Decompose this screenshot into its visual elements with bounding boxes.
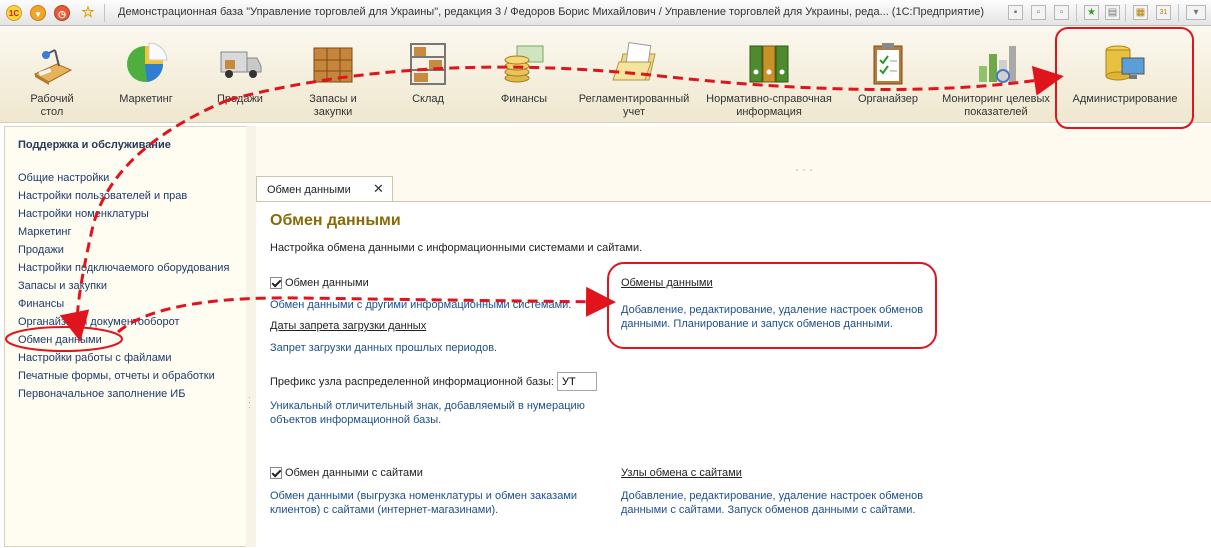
coins-icon	[504, 45, 544, 83]
site-nodes-link[interactable]: Узлы обмена с сайтами	[621, 467, 742, 479]
prefix-desc-line1: Уникальный отличительный знак, добавляем…	[270, 400, 585, 412]
tab-label: Обмен данными	[267, 184, 351, 196]
section-kpi-monitoring[interactable]: Мониторинг целевых показателей	[934, 26, 1058, 122]
section-administration[interactable]: Администрирование	[1058, 26, 1192, 122]
nav-panel-title: Поддержка и обслуживание	[18, 139, 171, 151]
close-icon[interactable]: ✕	[373, 181, 384, 197]
calendar-icon[interactable]: 31	[1156, 5, 1171, 20]
section-nav-panel: Поддержка и обслуживание Общие настройки…	[4, 126, 246, 547]
1c-logo-icon[interactable]: 1С	[6, 5, 22, 21]
nav-item-print-forms[interactable]: Печатные формы, отчеты и обработки	[18, 367, 229, 385]
calculator-icon[interactable]: ▦	[1133, 5, 1148, 20]
data-exchanges-desc-line2: данными. Планирование и запуск обменов д…	[621, 318, 893, 330]
form-title: Обмен данными	[270, 212, 401, 229]
section-sales[interactable]: Продажи	[192, 26, 288, 122]
separator	[104, 4, 105, 22]
panel-splitter[interactable]	[246, 126, 256, 547]
separator	[1076, 4, 1077, 22]
splitter-grip-icon[interactable]: · · ·	[248, 393, 251, 412]
nav-item-finance[interactable]: Финансы	[18, 295, 229, 313]
title-bar: 1С ▾ ◷ ☆ Демонстрационная база "Управлен…	[0, 0, 1211, 26]
section-organizer[interactable]: Органайзер	[842, 26, 934, 122]
section-label: Маркетинг	[119, 93, 173, 105]
separator	[1125, 4, 1126, 22]
preview-icon[interactable]: ▫	[1054, 5, 1069, 20]
site-nodes-desc-line1: Добавление, редактирование, удаление нас…	[621, 490, 924, 502]
section-label: Нормативно-справочная информация	[706, 93, 832, 118]
nav-item-users-rights[interactable]: Настройки пользователей и прав	[18, 187, 229, 205]
data-exchange-checkbox[interactable]	[270, 277, 282, 289]
boxes-icon	[313, 47, 353, 83]
section-label: Органайзер	[857, 93, 919, 105]
section-label: Склад	[412, 93, 444, 105]
binders-icon	[749, 45, 789, 83]
section-label: Продажи	[217, 93, 263, 105]
sites-exchange-checkbox[interactable]	[270, 467, 282, 479]
database-computer-icon	[1105, 45, 1145, 81]
section-stock-purchases[interactable]: Запасы и закупки	[286, 26, 380, 122]
print-icon[interactable]: ▫	[1031, 5, 1046, 20]
prohibit-dates-desc: Запрет загрузки данных прошлых периодов.	[270, 342, 498, 354]
section-label: Финансы	[500, 93, 548, 105]
tab-data-exchange[interactable]: Обмен данными ✕	[256, 176, 393, 202]
bar-chart-icon	[979, 46, 1016, 83]
nav-item-data-exchange[interactable]: Обмен данными	[18, 331, 229, 349]
site-nodes-desc-line2: данными с сайтами. Запуск обменов данным…	[621, 504, 916, 516]
window-menu-icon[interactable]: ▾	[1186, 5, 1206, 20]
data-exchange-desc: Обмен данными с другими информационными …	[270, 299, 572, 311]
pie-chart-icon	[127, 42, 168, 82]
save-icon[interactable]: ▪	[1008, 5, 1023, 20]
prohibit-dates-link[interactable]: Даты запрета загрузки данных	[270, 320, 426, 332]
section-label: Рабочий стол	[30, 93, 74, 118]
data-exchanges-link[interactable]: Обмены данными	[621, 277, 713, 289]
section-label: Запасы и закупки	[309, 93, 357, 118]
form-subtitle: Настройка обмена данными с информационны…	[270, 242, 643, 254]
main-menu-icon[interactable]: ▾	[30, 5, 46, 21]
nav-item-stock-purchases[interactable]: Запасы и закупки	[18, 277, 229, 295]
section-regulated-accounting[interactable]: Регламентированный учет	[572, 26, 696, 122]
sections-panel: Рабочий стол Маркетинг Продажи Запасы и …	[0, 26, 1211, 123]
folder-report-icon	[612, 42, 656, 81]
section-desktop[interactable]: Рабочий стол	[0, 26, 104, 122]
nav-list: Общие настройки Настройки пользователей …	[18, 169, 229, 403]
warehouse-shelf-icon	[410, 43, 446, 85]
favorites-star-icon[interactable]: ☆	[80, 5, 96, 21]
section-finance[interactable]: Финансы	[476, 26, 572, 122]
nav-item-initial-fill[interactable]: Первоначальное заполнение ИБ	[18, 385, 229, 403]
nav-item-equipment[interactable]: Настройки подключаемого оборудования	[18, 259, 229, 277]
sites-exchange-desc-line1: Обмен данными (выгрузка номенклатуры и о…	[270, 490, 578, 502]
desk-icon	[33, 49, 73, 85]
data-exchanges-desc-line1: Добавление, редактирование, удаление нас…	[621, 304, 924, 316]
section-warehouse[interactable]: Склад	[380, 26, 476, 122]
nav-item-sales[interactable]: Продажи	[18, 241, 229, 259]
nav-item-general-settings[interactable]: Общие настройки	[18, 169, 229, 187]
history-icon[interactable]: ◷	[54, 5, 70, 21]
section-marketing[interactable]: Маркетинг	[100, 26, 192, 122]
nav-item-file-settings[interactable]: Настройки работы с файлами	[18, 349, 229, 367]
nav-item-nomenclature-settings[interactable]: Настройки номенклатуры	[18, 205, 229, 223]
nav-item-marketing[interactable]: Маркетинг	[18, 223, 229, 241]
history-list-icon[interactable]: ▤	[1105, 5, 1120, 20]
truck-icon	[220, 51, 262, 78]
data-exchange-checkbox-label[interactable]: Обмен данными	[285, 277, 369, 289]
sites-exchange-checkbox-label[interactable]: Обмен данными с сайтами	[285, 467, 423, 479]
section-reference-info[interactable]: Нормативно-справочная информация	[696, 26, 842, 122]
section-label: Регламентированный учет	[578, 93, 690, 118]
section-label: Администрирование	[1072, 93, 1178, 105]
prefix-desc-line2: объектов информационной базы.	[270, 414, 442, 426]
section-label: Мониторинг целевых показателей	[942, 93, 1050, 118]
clipboard-icon	[873, 43, 903, 85]
prefix-input[interactable]	[557, 372, 597, 391]
sites-exchange-desc-line2: клиентов) с сайтами (интернет-магазинами…	[270, 504, 499, 516]
nav-item-organizer-docflow[interactable]: Органайзер и документооборот	[18, 313, 229, 331]
separator	[1178, 4, 1179, 22]
panel-resize-grip-icon[interactable]: ···	[795, 162, 816, 176]
window-title: Демонстрационная база "Управление торгов…	[118, 6, 985, 18]
add-favorite-icon[interactable]: ★	[1084, 5, 1099, 20]
prefix-label: Префикс узла распределенной информационн…	[270, 376, 554, 388]
